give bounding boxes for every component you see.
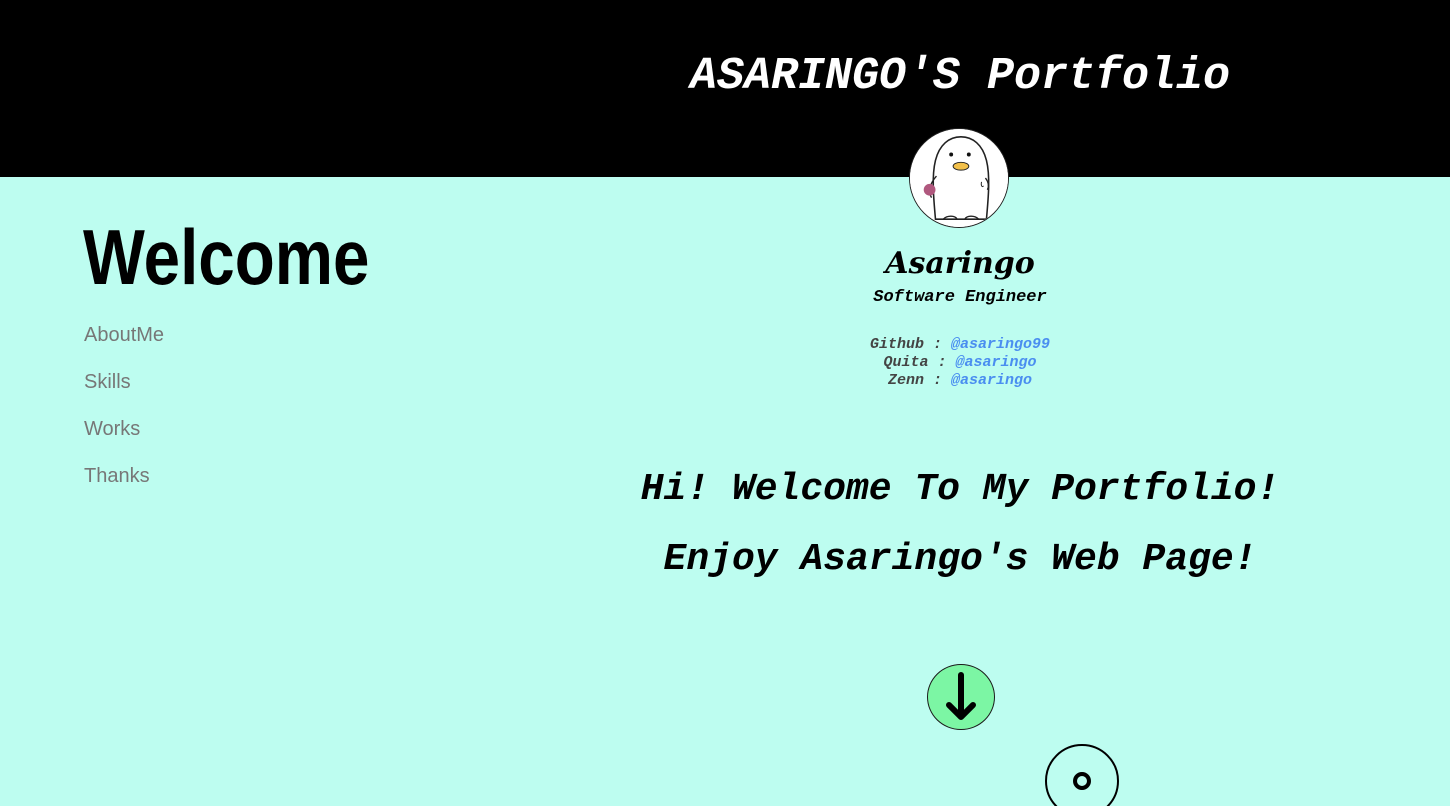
social-separator: : — [928, 354, 956, 371]
nav-link-thanks[interactable]: Thanks — [84, 465, 150, 487]
social-row-quita: Quita : @asaringo — [760, 354, 1160, 372]
social-service-label: Quita — [883, 354, 929, 371]
greeting-line-1: Hi! Welcome To My Portfolio! — [640, 468, 1280, 511]
social-separator: : — [923, 336, 951, 353]
profile-avatar — [909, 128, 1009, 228]
nav-link-skills[interactable]: Skills — [84, 371, 131, 393]
scroll-down-button[interactable] — [927, 664, 995, 730]
nav-item-aboutme: AboutMe — [84, 322, 164, 369]
zenn-link[interactable]: @asaringo — [951, 372, 1032, 389]
floating-action-button[interactable] — [1045, 744, 1119, 806]
profile-role: Software Engineer — [873, 288, 1047, 307]
github-link[interactable]: @asaringo99 — [951, 336, 1050, 353]
arrow-down-icon — [946, 672, 976, 720]
nav-item-thanks: Thanks — [84, 463, 164, 510]
social-row-github: Github : @asaringo99 — [760, 336, 1160, 354]
nav-item-works: Works — [84, 416, 164, 463]
social-links: Github : @asaringo99 Quita : @asaringo Z… — [760, 336, 1160, 390]
greeting-line-2: Enjoy Asaringo's Web Page! — [663, 538, 1257, 581]
nav-link-works[interactable]: Works — [84, 418, 140, 440]
penguin-avatar-icon — [910, 129, 1008, 227]
quita-link[interactable]: @asaringo — [956, 354, 1037, 371]
social-service-label: Zenn — [887, 372, 924, 389]
social-separator: : — [923, 372, 951, 389]
sidebar-nav: AboutMe Skills Works Thanks — [84, 322, 164, 510]
nav-item-skills: Skills — [84, 369, 164, 416]
portfolio-page: ASARINGO'S Portfolio Welcome AboutMe Ski… — [0, 0, 1450, 806]
circle-dot-icon — [1073, 772, 1091, 790]
social-service-label: Github — [869, 336, 924, 353]
profile-name: Asaringo — [885, 246, 1035, 281]
site-title: ASARINGO'S Portfolio — [689, 51, 1231, 102]
site-header: ASARINGO'S Portfolio — [0, 0, 1450, 177]
social-row-zenn: Zenn : @asaringo — [760, 372, 1160, 390]
welcome-heading: Welcome — [83, 213, 370, 301]
nav-link-aboutme[interactable]: AboutMe — [84, 324, 164, 346]
